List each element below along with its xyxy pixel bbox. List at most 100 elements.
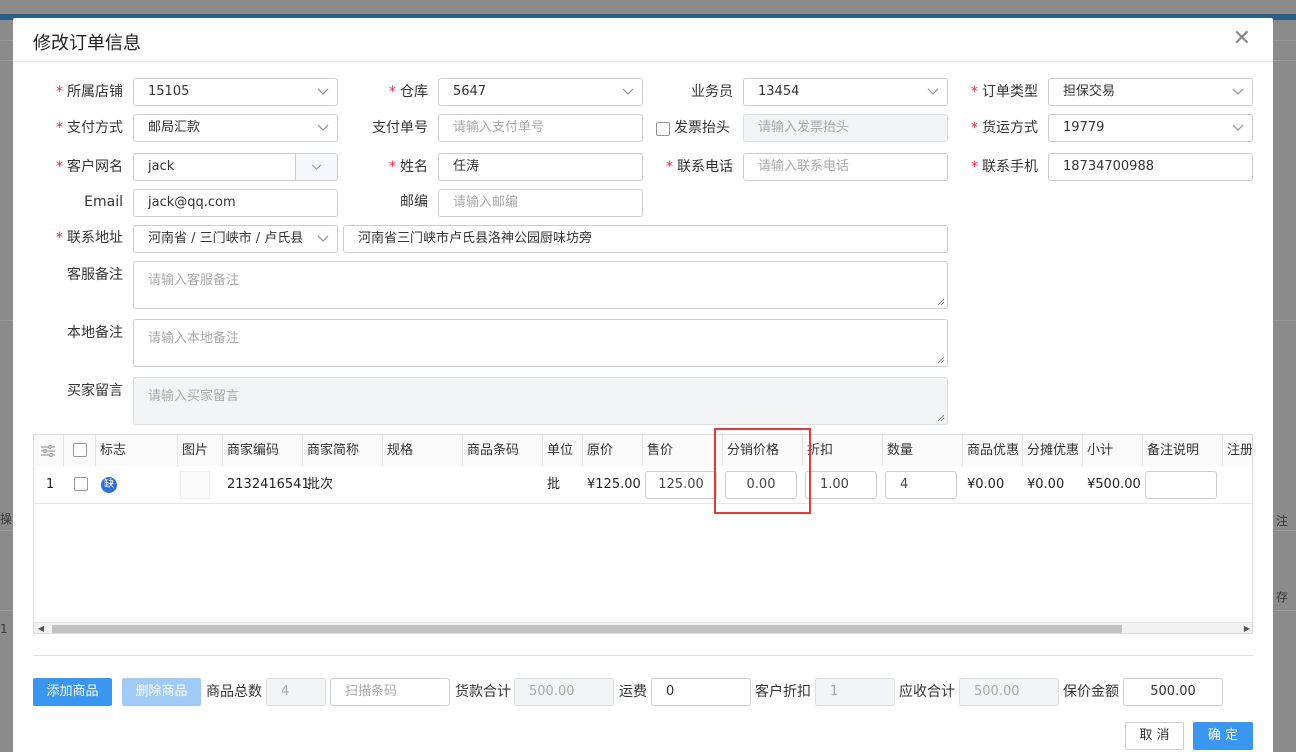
header-qty: 数量 — [883, 435, 963, 466]
header-discount: 折扣 — [803, 435, 883, 466]
pay-method-label: * 支付方式 — [56, 120, 123, 136]
scroll-left-icon[interactable]: ◀ — [34, 623, 48, 633]
cancel-button[interactable]: 取 消 — [1125, 722, 1184, 750]
scroll-right-icon[interactable]: ▶ — [1240, 623, 1252, 633]
discount-input[interactable]: 1.00 — [805, 471, 877, 499]
scan-barcode-input[interactable]: 扫描条码 — [330, 678, 450, 706]
warehouse-label: * 仓库 — [389, 84, 428, 100]
row-short-name: 批次 — [307, 477, 334, 492]
pay-method-select[interactable]: 邮局汇款 — [133, 114, 338, 142]
goods-total-input[interactable]: 500.00 — [514, 678, 614, 706]
header-dist-price: 分销价格 — [723, 435, 803, 466]
header-goods-discount: 商品优惠 — [963, 435, 1023, 466]
warehouse-select[interactable]: 5647 — [438, 78, 643, 106]
remark-input[interactable] — [1145, 471, 1217, 499]
local-note-textarea[interactable]: 请输入本地备注 — [133, 319, 948, 367]
chevron-down-icon — [1232, 88, 1244, 95]
pay-no-label: 支付单号 — [372, 120, 428, 136]
salesman-select[interactable]: 13454 — [743, 78, 948, 106]
customer-input[interactable]: jack — [133, 153, 338, 181]
row-orig-price: ¥125.00 — [587, 477, 641, 492]
email-label: Email — [84, 194, 123, 210]
invoice-checkbox[interactable] — [656, 122, 670, 136]
confirm-button[interactable]: 确 定 — [1193, 722, 1253, 750]
cust-discount-input[interactable]: 1 — [815, 678, 895, 706]
row-subtotal: ¥500.00 — [1087, 477, 1141, 492]
horizontal-scrollbar[interactable]: ◀ ▶ — [34, 622, 1252, 633]
shipping-select[interactable]: 19779 — [1048, 114, 1253, 142]
header-share-discount: 分摊优惠 — [1023, 435, 1083, 466]
header-flag: 标志 — [96, 435, 178, 466]
zip-label: 邮编 — [400, 194, 428, 210]
cust-discount-label: 客户折扣 — [755, 684, 811, 700]
qty-input[interactable]: 4 — [885, 471, 957, 499]
region-cascader[interactable]: 河南省 / 三门峡市 / 卢氏县 — [133, 225, 338, 253]
row-unit: 批 — [547, 477, 561, 492]
delete-goods-button[interactable]: 删除商品 — [122, 678, 201, 706]
resize-handle-icon — [937, 414, 945, 422]
order-type-select[interactable]: 担保交易 — [1048, 78, 1253, 106]
add-goods-button[interactable]: 添加商品 — [33, 678, 112, 706]
cs-note-label: 客服备注 — [67, 267, 123, 283]
bg-text: 操 — [0, 512, 13, 526]
header-barcode: 商品条码 — [463, 435, 543, 466]
row-share-discount: ¥0.00 — [1027, 477, 1065, 492]
header-sale-price: 售价 — [643, 435, 723, 466]
address-detail-input[interactable]: 河南省三门峡市卢氏县洛神公园厨味坊旁 — [343, 225, 948, 253]
phone-label: * 联系电话 — [666, 159, 733, 175]
zip-input[interactable]: 请输入邮编 — [438, 189, 643, 217]
total-qty-label: 商品总数 — [206, 684, 262, 700]
row-code: 2132416541 — [227, 477, 310, 492]
edit-order-dialog: 修改订单信息 ✕ * 所属店铺 15105 * 仓库 5647 业务员 13454 … — [13, 18, 1273, 752]
email-input[interactable]: jack@qq.com — [133, 189, 338, 217]
cs-note-textarea[interactable]: 请输入客服备注 — [133, 261, 948, 309]
goods-total-label: 货款合计 — [455, 684, 511, 700]
row-goods-discount: ¥0.00 — [967, 477, 1005, 492]
select-all-checkbox[interactable] — [73, 443, 87, 457]
local-note-label: 本地备注 — [67, 325, 123, 341]
footer-divider — [33, 655, 1253, 656]
shop-label: * 所属店铺 — [56, 84, 123, 100]
customer-label: * 客户网名 — [56, 159, 123, 175]
bg-text: 注 — [1276, 514, 1289, 528]
phone-input[interactable]: 请输入联系电话 — [743, 153, 948, 181]
sale-price-input[interactable]: 125.00 — [645, 471, 717, 499]
chevron-down-icon — [1232, 124, 1244, 131]
dialog-title: 修改订单信息 — [33, 33, 141, 54]
header-code: 商家编码 — [223, 435, 303, 466]
invoice-label: 发票抬头 — [674, 120, 730, 136]
pay-no-input[interactable]: 请输入支付单号 — [438, 114, 643, 142]
buyer-msg-textarea[interactable]: 请输入买家留言 — [133, 377, 948, 425]
name-input[interactable]: 任涛 — [438, 153, 643, 181]
row-divider — [34, 503, 1252, 504]
mobile-label: * 联系手机 — [971, 159, 1038, 175]
freight-input[interactable]: 0 — [651, 678, 751, 706]
salesman-label: 业务员 — [691, 84, 733, 100]
header-select-all — [64, 435, 96, 466]
column-settings-button[interactable] — [34, 435, 64, 466]
total-qty-input[interactable]: 4 — [266, 678, 326, 706]
mobile-input[interactable]: 18734700988 — [1048, 153, 1253, 181]
name-label: * 姓名 — [389, 159, 428, 175]
invoice-input[interactable]: 请输入发票抬头 — [743, 114, 948, 142]
goods-table: 标志 图片 商家编码 商家简称 规格 商品条码 单位 原价 售价 分销价格 折扣… — [33, 434, 1253, 634]
header-remark: 备注说明 — [1143, 435, 1223, 466]
resize-handle-icon[interactable] — [937, 298, 945, 306]
resize-handle-icon[interactable] — [937, 356, 945, 364]
buyer-msg-label: 买家留言 — [67, 383, 123, 399]
dist-price-input[interactable]: 0.00 — [725, 471, 797, 499]
insured-input[interactable]: 500.00 — [1123, 678, 1223, 706]
close-icon[interactable]: ✕ — [1233, 26, 1251, 52]
row-checkbox[interactable] — [74, 477, 88, 491]
bg-text: 1 — [0, 622, 8, 636]
out-of-stock-badge: 缺 — [101, 477, 117, 493]
receivable-input[interactable]: 500.00 — [959, 678, 1059, 706]
header-short-name: 商家简称 — [303, 435, 383, 466]
header-subtotal: 小计 — [1083, 435, 1143, 466]
shop-select[interactable]: 15105 — [133, 78, 338, 106]
dialog-header: 修改订单信息 ✕ — [13, 18, 1273, 62]
bg-text: 存 — [1276, 590, 1289, 604]
scroll-thumb[interactable] — [52, 625, 1122, 633]
insured-label: 保价金额 — [1063, 684, 1119, 700]
row-index: 1 — [46, 477, 55, 492]
